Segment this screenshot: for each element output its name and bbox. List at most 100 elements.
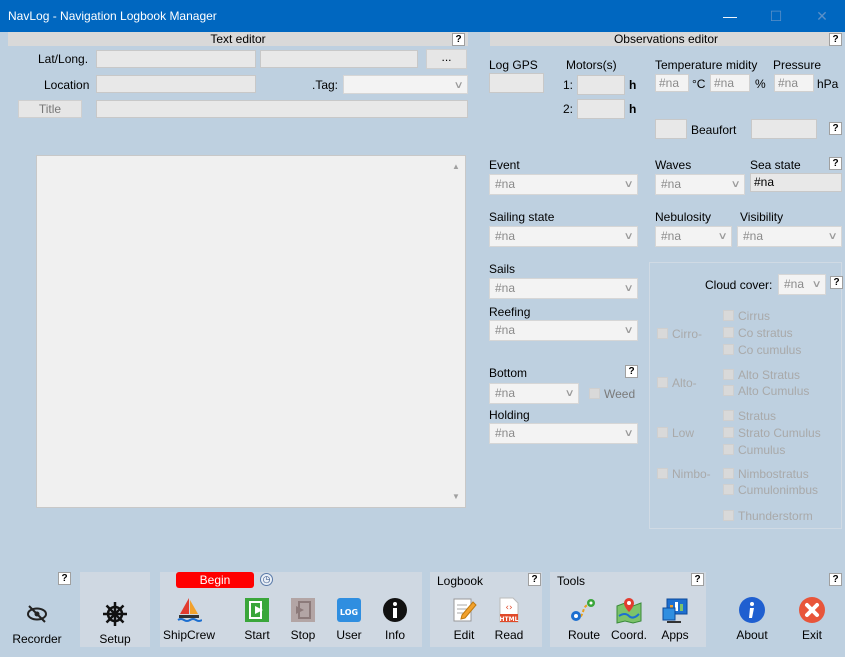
ship-wheel-icon (100, 600, 130, 628)
waves-label: Waves (655, 158, 692, 172)
beaufort-value[interactable] (751, 119, 817, 139)
log-gps-input[interactable] (489, 73, 544, 93)
alto-cumulus-checkbox[interactable] (723, 385, 734, 396)
pressure-input[interactable]: #na (774, 74, 814, 92)
svg-text:HTML: HTML (500, 616, 519, 623)
sea-state-help-button[interactable]: ? (829, 157, 842, 170)
latlong-picker-button[interactable]: ... (426, 49, 467, 69)
stop-button[interactable]: Stop (284, 596, 322, 642)
chevron-down-icon: ∨ (730, 179, 741, 190)
coord-button[interactable]: Coord. (607, 596, 651, 642)
user-button[interactable]: LOG User (330, 596, 368, 642)
location-input[interactable] (96, 75, 256, 93)
motor1-input[interactable] (577, 75, 625, 95)
thunderstorm-checkbox[interactable] (723, 510, 734, 521)
humidity-input[interactable]: #na (710, 74, 750, 92)
sea-state-input[interactable]: #na (750, 173, 842, 192)
cirro-checkbox[interactable] (657, 328, 668, 339)
cumulonimbus-checkbox[interactable] (723, 484, 734, 495)
chevron-down-icon: ∨ (564, 388, 575, 399)
apps-button[interactable]: Apps (655, 596, 695, 642)
setup-button[interactable]: Setup (90, 600, 140, 646)
strato-cumulus-checkbox[interactable] (723, 427, 734, 438)
co-cumulus-label: Co cumulus (738, 343, 802, 357)
exit-button[interactable]: Exit (792, 596, 832, 642)
beaufort-help-button[interactable]: ? (829, 122, 842, 135)
reefing-select[interactable]: #na ∨ (489, 320, 638, 341)
alto-checkbox[interactable] (657, 377, 668, 388)
scrollbar[interactable]: ▲ ▼ (448, 156, 465, 507)
beaufort-input[interactable] (655, 119, 687, 139)
logbook-help-button[interactable]: ? (528, 573, 541, 586)
clock-icon[interactable]: ◷ (260, 573, 273, 586)
alto-label: Alto- (672, 376, 697, 390)
text-editor-header: Text editor (8, 32, 468, 46)
cumulus-checkbox[interactable] (723, 444, 734, 455)
scroll-down-icon[interactable]: ▼ (452, 492, 460, 501)
tools-help-button[interactable]: ? (691, 573, 704, 586)
maximize-button[interactable]: ☐ (753, 0, 799, 32)
nebulosity-select[interactable]: #na ∨ (655, 226, 732, 247)
weed-label: Weed (604, 387, 636, 401)
cirrus-checkbox[interactable] (723, 310, 734, 321)
chevron-down-icon: ∨ (623, 231, 634, 242)
text-editor-help-button[interactable]: ? (452, 33, 465, 46)
info-button[interactable]: Info (376, 596, 414, 642)
temperature-label: Temperature (655, 58, 723, 72)
observations-help-button[interactable]: ? (829, 33, 842, 46)
alto-stratus-checkbox[interactable] (723, 369, 734, 380)
motor2-input[interactable] (577, 99, 625, 119)
info-circle-icon (737, 596, 767, 624)
recorder-help-button[interactable]: ? (58, 572, 71, 585)
nimbo-checkbox[interactable] (657, 468, 668, 479)
visibility-select[interactable]: #na ∨ (737, 226, 842, 247)
motor1-label: 1: (563, 78, 574, 92)
weed-checkbox[interactable] (589, 388, 600, 399)
holding-label: Holding (489, 408, 530, 422)
about-button[interactable]: About (731, 596, 773, 642)
co-cumulus-checkbox[interactable] (723, 344, 734, 355)
stratus-checkbox[interactable] (723, 410, 734, 421)
close-circle-icon (797, 596, 827, 624)
low-checkbox[interactable] (657, 427, 668, 438)
longitude-input[interactable] (260, 50, 418, 68)
temperature-input[interactable]: #na (655, 74, 689, 92)
cloud-cover-help-button[interactable]: ? (830, 276, 843, 289)
tag-label: .Tag: (312, 78, 339, 92)
title-button[interactable]: Title (18, 100, 82, 118)
location-label: Location (44, 78, 90, 92)
shipcrew-button[interactable]: ShipCrew (162, 596, 216, 642)
about-help-button[interactable]: ? (829, 573, 842, 586)
text-editor-area[interactable]: ▲ ▼ (36, 155, 466, 508)
waves-select[interactable]: #na ∨ (655, 174, 745, 195)
start-button[interactable]: Start (238, 596, 276, 642)
route-icon (569, 596, 599, 624)
cloud-cover-select[interactable]: #na ∨ (778, 274, 826, 295)
route-button[interactable]: Route (563, 596, 605, 642)
sails-select[interactable]: #na ∨ (489, 278, 638, 299)
minimize-button[interactable]: — (707, 0, 753, 32)
cloud-cover-group: Cloud cover: #na ∨ ? Cirro- Cirrus Co str… (649, 262, 843, 529)
chevron-down-icon: ∨ (623, 283, 634, 294)
strato-cumulus-label: Strato Cumulus (738, 426, 821, 440)
sea-state-label: Sea state (750, 158, 801, 172)
nimbostratus-checkbox[interactable] (723, 468, 734, 479)
tag-select[interactable]: ∨ (343, 75, 468, 94)
holding-select[interactable]: #na ∨ (489, 423, 638, 444)
motor2-label: 2: (563, 102, 574, 116)
read-button[interactable]: ‹› HTML Read (490, 596, 528, 642)
close-button[interactable]: ✕ (799, 0, 845, 32)
scroll-up-icon[interactable]: ▲ (452, 162, 460, 171)
bottom-help-button[interactable]: ? (625, 365, 638, 378)
title-input[interactable] (96, 100, 468, 118)
sailing-state-select[interactable]: #na ∨ (489, 226, 638, 247)
tools-label: Tools (557, 574, 586, 588)
co-stratus-checkbox[interactable] (723, 327, 734, 338)
begin-button[interactable]: Begin (176, 572, 254, 588)
event-select[interactable]: #na ∨ (489, 174, 638, 195)
recorder-button[interactable]: Recorder (12, 600, 62, 646)
bottom-select[interactable]: #na ∨ (489, 383, 579, 404)
log-gps-label: Log GPS (489, 58, 538, 72)
edit-button[interactable]: Edit (445, 596, 483, 642)
latitude-input[interactable] (96, 50, 256, 68)
